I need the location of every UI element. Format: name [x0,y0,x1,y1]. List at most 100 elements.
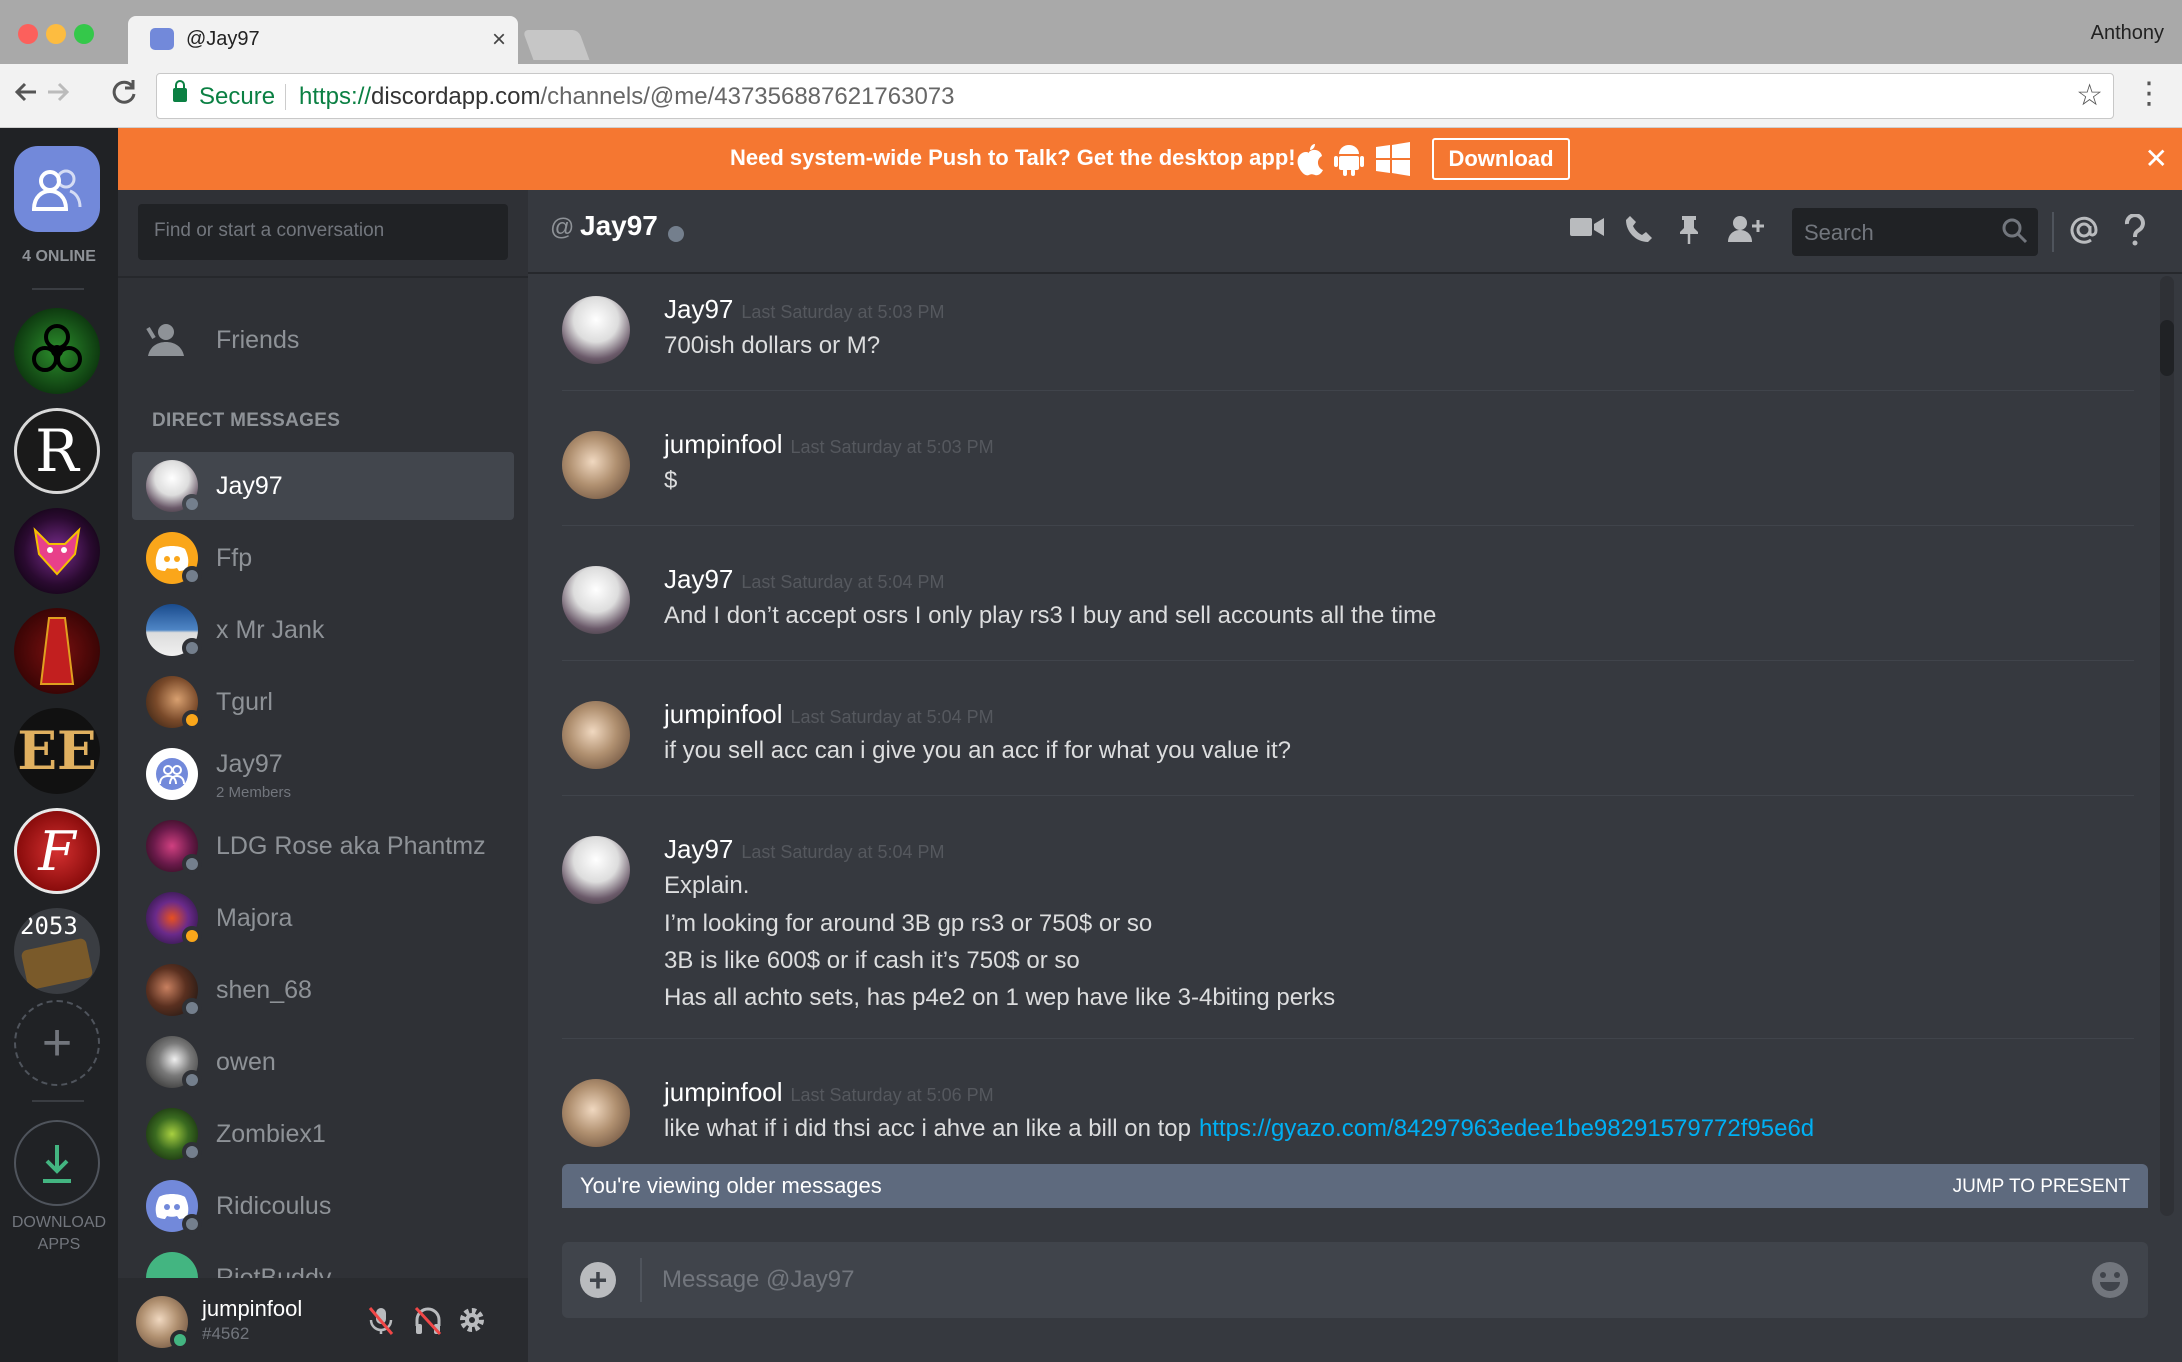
voice-call-icon[interactable] [1624,214,1654,249]
forward-arrow-icon[interactable] [44,78,72,112]
message-author[interactable]: Jay97 [664,564,733,594]
at-icon: @ [550,214,575,241]
dm-item[interactable]: Tgurl [132,668,514,736]
upload-plus-icon[interactable]: + [580,1262,616,1298]
message-text: Explain. [664,872,750,899]
video-call-icon[interactable] [1570,214,1604,245]
server-biohazard[interactable] [14,308,100,394]
avatar[interactable] [562,566,630,634]
pin-icon[interactable] [1678,214,1700,251]
server-list: 4 ONLINE R EE F 2053 + DOWNLOAD APPS [0,128,118,1362]
message-scrollbar[interactable] [2160,276,2174,1216]
status-indicator [182,1142,202,1162]
message-header: Jay97 Last Saturday at 5:04 PM [664,564,945,595]
message-group: Jay97 Last Saturday at 5:04 PM Explain. I… [562,816,2134,1056]
windows-icon [1376,142,1410,176]
window-close-button[interactable] [18,24,38,44]
message-header: Jay97 Last Saturday at 5:03 PM [664,294,945,325]
scrollbar-thumb[interactable] [2160,320,2174,376]
wolf-icon [33,527,81,576]
server-wolf[interactable] [14,508,100,594]
settings-gear-icon[interactable] [458,1306,486,1339]
server-f[interactable]: F [14,808,100,894]
message-text: if you sell acc can i give you an acc if… [664,737,1291,764]
server-f-label: F [38,819,76,883]
address-separator [285,84,286,110]
dm-item[interactable]: Zombiex1 [132,1100,514,1168]
browser-menu-icon[interactable]: ⋮ [2134,76,2164,111]
dm-item[interactable]: Ffp [132,524,514,592]
mute-icon[interactable] [368,1306,394,1341]
message-composer[interactable]: + Message @Jay97 [562,1242,2148,1318]
dm-item[interactable]: Jay97 2 Members [132,740,514,808]
url-text[interactable]: https://discordapp.com/channels/@me/4373… [299,83,955,111]
avatar[interactable] [562,296,630,364]
mentions-icon[interactable] [2068,214,2100,251]
browser-tab[interactable]: @Jay97 × [128,16,518,64]
friends-nav-item[interactable]: Friends [132,310,514,372]
message-input[interactable]: Message @Jay97 [662,1266,854,1294]
message-author[interactable]: jumpinfool [664,699,783,729]
biohazard-icon [32,324,82,372]
search-placeholder: Search [1804,220,1874,245]
server-runescape[interactable]: R [14,408,100,494]
message-author[interactable]: jumpinfool [664,1077,783,1107]
header-divider [2052,212,2054,252]
dm-search-input[interactable]: Find or start a conversation [138,204,508,260]
dm-item[interactable]: x Mr Jank [132,596,514,664]
friends-home-button[interactable] [14,146,100,232]
avatar[interactable] [562,431,630,499]
help-icon[interactable] [2124,213,2146,251]
message-author[interactable]: Jay97 [664,294,733,324]
avatar[interactable] [562,836,630,904]
new-tab-button[interactable] [522,30,590,60]
address-bar[interactable]: Secure https://discordapp.com/channels/@… [156,73,2114,119]
username: jumpinfool [202,1296,303,1321]
message-text: Has all achto sets, has p4e2 on 1 wep ha… [664,984,1336,1011]
download-button[interactable]: Download [1432,138,1570,180]
message-link[interactable]: https://gyazo.com/84297963edee1be9829157… [1199,1115,1814,1142]
message-timestamp: Last Saturday at 5:03 PM [790,437,994,457]
browser-profile-name[interactable]: Anthony [2091,22,2164,45]
window-zoom-button[interactable] [74,24,94,44]
deafen-icon[interactable] [414,1306,442,1341]
window-minimize-button[interactable] [46,24,66,44]
server-cape[interactable] [14,608,100,694]
emoji-picker-icon[interactable] [2090,1260,2130,1305]
add-friend-icon[interactable] [1728,214,1764,249]
dm-item[interactable]: Jay97 [132,452,514,520]
chat-search-input[interactable]: Search [1792,208,2038,256]
status-indicator [182,494,202,514]
dm-item[interactable]: LDG Rose aka Phantmz [132,812,514,880]
status-indicator [182,710,202,730]
message-author[interactable]: Jay97 [664,834,733,864]
channel-name: Jay97 [580,210,658,241]
notice-close-icon[interactable]: ✕ [2145,142,2168,175]
avatar[interactable] [562,1079,630,1147]
server-ee[interactable]: EE [14,708,100,794]
bookmark-star-icon[interactable]: ☆ [2076,78,2103,113]
avatar[interactable] [562,701,630,769]
jump-to-present-button[interactable]: JUMP TO PRESENT [1953,1176,2130,1198]
server-2053[interactable]: 2053 [14,908,100,994]
reload-icon[interactable] [110,78,138,112]
dm-name: shen_68 [216,976,312,1004]
dm-item[interactable]: RiotBuddy [132,1244,514,1278]
tab-close-icon[interactable]: × [492,26,506,54]
message-timestamp: Last Saturday at 5:03 PM [741,302,945,322]
dm-item[interactable]: Ridicoulus [132,1172,514,1240]
message-author[interactable]: jumpinfool [664,429,783,459]
dm-item[interactable]: Majora [132,884,514,952]
discord-logo-icon [155,546,189,571]
message-group: jumpinfool Last Saturday at 5:03 PM $ [562,411,2134,541]
lock-icon [173,80,187,102]
dm-item[interactable]: shen_68 [132,956,514,1024]
status-indicator [182,998,202,1018]
back-arrow-icon[interactable] [12,78,40,112]
dm-name: x Mr Jank [216,616,325,644]
dm-item[interactable]: owen [132,1028,514,1096]
add-server-button[interactable]: + [14,1000,100,1086]
group-dm-icon [156,758,188,790]
download-apps-button[interactable] [14,1120,100,1206]
status-indicator [170,1330,190,1350]
